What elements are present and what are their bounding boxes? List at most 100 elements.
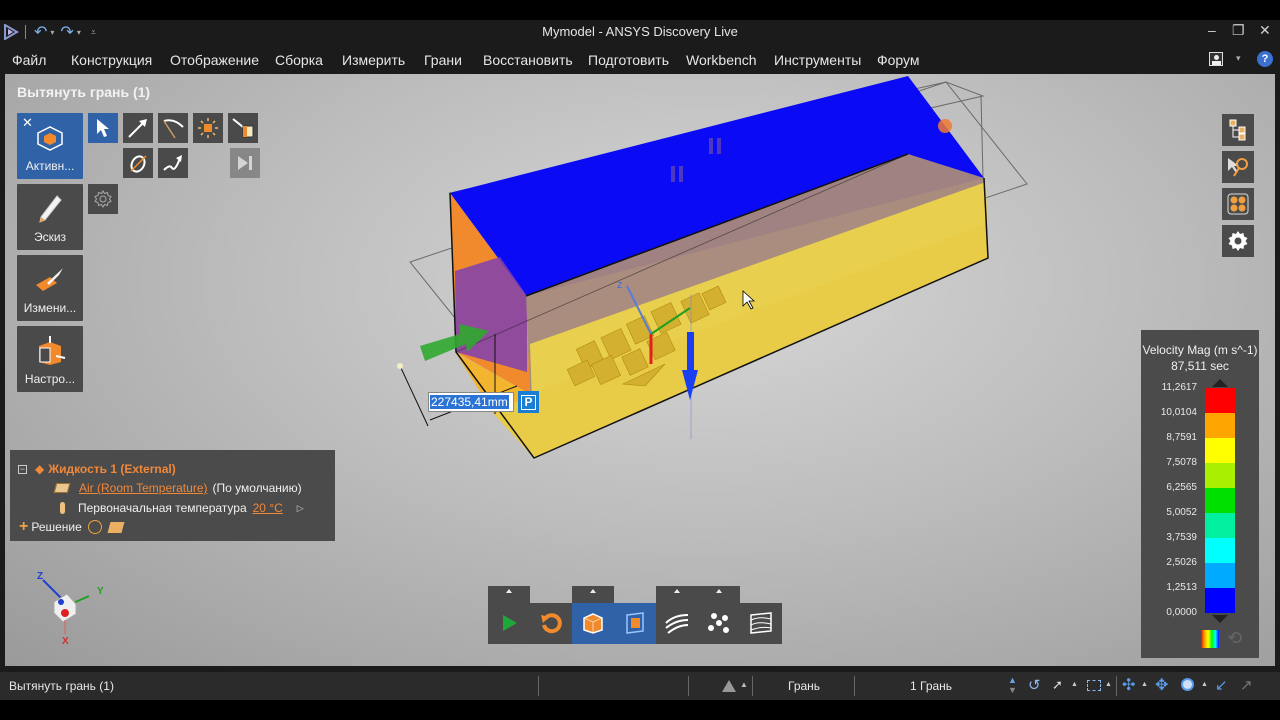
status-bar: Вытянуть грань (1) ▲ Грань 1 Грань ▲ ▼ ↺ … bbox=[0, 672, 1280, 700]
reset-button[interactable] bbox=[530, 603, 572, 643]
initial-temperature-value[interactable]: 20 °C bbox=[253, 501, 283, 515]
pan-icon[interactable]: ✥ bbox=[1155, 675, 1168, 695]
revolve-icon bbox=[130, 155, 147, 173]
dimension-input[interactable]: 227435,41mm bbox=[428, 392, 514, 412]
legend-max-arrow[interactable] bbox=[1212, 379, 1228, 387]
contour-button[interactable] bbox=[740, 603, 782, 643]
face-view-button[interactable] bbox=[614, 603, 656, 643]
sweep-tool-button[interactable] bbox=[158, 148, 188, 178]
user-account-icon[interactable] bbox=[1209, 52, 1223, 66]
select-pointer-icon[interactable]: ➚ bbox=[1052, 677, 1063, 693]
reset-legend-icon[interactable]: ⟲ bbox=[1227, 628, 1242, 649]
collapse-icon[interactable]: − bbox=[18, 464, 27, 474]
tool-options-button[interactable] bbox=[88, 184, 118, 214]
streamlines-button[interactable] bbox=[656, 603, 698, 643]
minimize-button[interactable]: – bbox=[1208, 22, 1216, 38]
face-tool-button[interactable] bbox=[193, 113, 223, 143]
orientation-triad[interactable]: Z Y X bbox=[27, 568, 107, 648]
orbit-caret[interactable]: ▲ bbox=[1141, 681, 1148, 688]
legend-value-label: 11,2617 bbox=[1161, 382, 1197, 393]
select-rotate-icon[interactable]: ↺ bbox=[1028, 676, 1041, 694]
separator bbox=[1116, 676, 1117, 696]
select-caret[interactable]: ▲ bbox=[1071, 681, 1078, 688]
dimension-options-button[interactable]: P bbox=[518, 391, 539, 413]
box-select-caret[interactable]: ▲ bbox=[1105, 681, 1112, 688]
menu-display[interactable]: Отображение bbox=[170, 52, 259, 68]
add-icon[interactable]: + bbox=[19, 519, 28, 535]
play-button[interactable] bbox=[488, 603, 530, 643]
menu-measure[interactable]: Измерить bbox=[342, 52, 405, 68]
add-monitor-icon[interactable] bbox=[87, 520, 102, 534]
menu-design[interactable]: Конструкция bbox=[71, 52, 152, 68]
z-axis-label: Z bbox=[37, 571, 43, 582]
title-bar: ↶ ▾ ↷ ▾ ⩡ Mymodel - ANSYS Discovery Live… bbox=[0, 20, 1280, 44]
tile-modify[interactable]: Измени... bbox=[17, 255, 83, 321]
menu-bar: Файл Конструкция Отображение Сборка Изме… bbox=[0, 46, 1280, 74]
zoom-icon[interactable] bbox=[1181, 678, 1194, 691]
menu-tools[interactable]: Инструменты bbox=[774, 52, 861, 68]
groups-icon bbox=[1227, 193, 1249, 215]
next-view-icon[interactable]: ↗ bbox=[1240, 676, 1253, 694]
view-options-caret[interactable] bbox=[590, 589, 596, 593]
direction-tool-button[interactable] bbox=[123, 113, 153, 143]
play-icon bbox=[503, 615, 517, 631]
menu-prepare[interactable]: Подготовить bbox=[588, 52, 669, 68]
menu-file[interactable]: Файл bbox=[12, 52, 46, 68]
3d-viewport[interactable]: z 227435,41mm P Вытянуть грань (1) ✕ Акт… bbox=[5, 74, 1275, 666]
streamline-options-caret[interactable] bbox=[674, 589, 680, 593]
structure-tree-button[interactable] bbox=[1222, 114, 1254, 146]
legend-color-band bbox=[1205, 588, 1235, 613]
legend-value-label: 1,2513 bbox=[1166, 582, 1197, 593]
selection-filter-icon[interactable] bbox=[722, 680, 736, 692]
selection-count: 1 Грань bbox=[910, 679, 953, 693]
menu-repair[interactable]: Восстановить bbox=[483, 52, 573, 68]
app-window: ↶ ▾ ↷ ▾ ⩡ Mymodel - ANSYS Discovery Live… bbox=[0, 0, 1280, 720]
zoom-caret[interactable]: ▲ bbox=[1201, 681, 1208, 688]
select-pin-button[interactable] bbox=[1222, 151, 1254, 183]
add-material-icon[interactable] bbox=[107, 521, 125, 533]
tile-setup[interactable]: Настро... bbox=[17, 326, 83, 392]
legend-title: Velocity Mag (m s^-1) bbox=[1142, 343, 1258, 357]
model-scene[interactable]: z bbox=[5, 74, 1275, 666]
angle-tool-button[interactable] bbox=[158, 113, 188, 143]
help-icon[interactable]: ? bbox=[1257, 51, 1273, 67]
expand-arrow-icon[interactable]: ▷ bbox=[297, 503, 304, 514]
complete-button[interactable] bbox=[230, 148, 260, 178]
restore-button[interactable]: ❐ bbox=[1232, 22, 1245, 39]
orbit-icon[interactable]: ✣ bbox=[1122, 675, 1135, 695]
particles-button[interactable] bbox=[698, 603, 740, 643]
menu-assembly[interactable]: Сборка bbox=[275, 52, 323, 68]
play-options-caret[interactable] bbox=[506, 589, 512, 593]
material-link[interactable]: Air (Room Temperature) bbox=[79, 481, 207, 495]
pull-arrow-handle bbox=[687, 332, 694, 372]
close-tool-icon[interactable]: ✕ bbox=[22, 115, 33, 131]
settings-button[interactable] bbox=[1222, 225, 1254, 257]
up-to-tool-button[interactable] bbox=[228, 113, 258, 143]
close-button[interactable]: ✕ bbox=[1259, 22, 1271, 39]
tile-active-body[interactable]: ✕ Активн... bbox=[17, 113, 83, 179]
box-select-icon[interactable] bbox=[1087, 680, 1101, 691]
select-tool-button[interactable] bbox=[88, 113, 118, 143]
selection-filter-caret[interactable]: ▲ bbox=[740, 680, 748, 689]
solution-node[interactable]: Решение bbox=[31, 520, 81, 534]
revolve-tool-button[interactable] bbox=[123, 148, 153, 178]
solid-view-button[interactable] bbox=[572, 603, 614, 643]
pickaxe-icon bbox=[163, 119, 184, 139]
fluid-node[interactable]: Жидкость 1 (External) bbox=[48, 462, 175, 476]
velocity-legend: Velocity Mag (m s^-1) 87,511 sec 11,2617… bbox=[1141, 330, 1259, 658]
groups-button[interactable] bbox=[1222, 188, 1254, 220]
particle-options-caret[interactable] bbox=[716, 589, 722, 593]
previous-view-icon[interactable]: ↙ bbox=[1215, 676, 1228, 694]
tile-sketch[interactable]: Эскиз bbox=[17, 184, 83, 250]
face-view-icon bbox=[626, 612, 644, 634]
menu-faces[interactable]: Грани bbox=[424, 52, 462, 68]
account-dropdown-icon[interactable]: ▾ bbox=[1236, 53, 1241, 64]
legend-min-arrow[interactable] bbox=[1212, 615, 1228, 623]
streamlines-icon bbox=[665, 614, 689, 634]
menu-workbench[interactable]: Workbench bbox=[686, 52, 757, 68]
particles-icon bbox=[708, 613, 729, 633]
color-map-icon[interactable] bbox=[1201, 630, 1219, 648]
menu-forum[interactable]: Форум bbox=[877, 52, 920, 68]
spin-icon[interactable]: ▲ ▼ bbox=[1008, 675, 1017, 695]
legend-color-band bbox=[1205, 513, 1235, 538]
